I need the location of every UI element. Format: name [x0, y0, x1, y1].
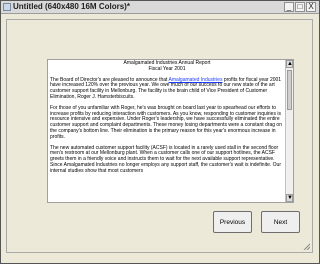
close-button[interactable]: X	[306, 2, 316, 12]
resize-grip-icon[interactable]	[302, 242, 310, 250]
report-text-panel[interactable]: Amalgamated Industries Annual Report Fis…	[47, 59, 294, 203]
screen-frame: Amalgamated Industries Annual Report Fis…	[6, 19, 313, 253]
scroll-down-button[interactable]: ▼	[286, 194, 293, 202]
paragraph-1: The Board of Director's are pleased to a…	[50, 77, 284, 101]
maximize-button[interactable]: □	[295, 2, 305, 12]
report-subheading: Fiscal Year 2001	[148, 65, 186, 72]
minimize-button[interactable]: _	[284, 2, 294, 12]
application-window: Untitled (640x480 16M Colors)* _ □ X Ama…	[0, 0, 320, 264]
previous-button[interactable]: Previous	[213, 211, 252, 233]
vertical-scrollbar[interactable]: ▲ ▼	[285, 60, 293, 202]
paragraph-3: The new automated customer support facil…	[50, 144, 281, 174]
scroll-thumb[interactable]	[287, 70, 292, 110]
report-text: Amalgamated Industries Annual Report Fis…	[50, 60, 284, 180]
next-button[interactable]: Next	[261, 211, 300, 233]
scroll-up-button[interactable]: ▲	[286, 60, 293, 68]
app-icon	[3, 3, 11, 11]
window-title: Untitled (640x480 16M Colors)*	[13, 2, 130, 11]
paragraph-2: For those of you unfamiliar with Roger, …	[50, 104, 282, 140]
title-bar[interactable]: Untitled (640x480 16M Colors)* _ □ X	[1, 1, 319, 14]
